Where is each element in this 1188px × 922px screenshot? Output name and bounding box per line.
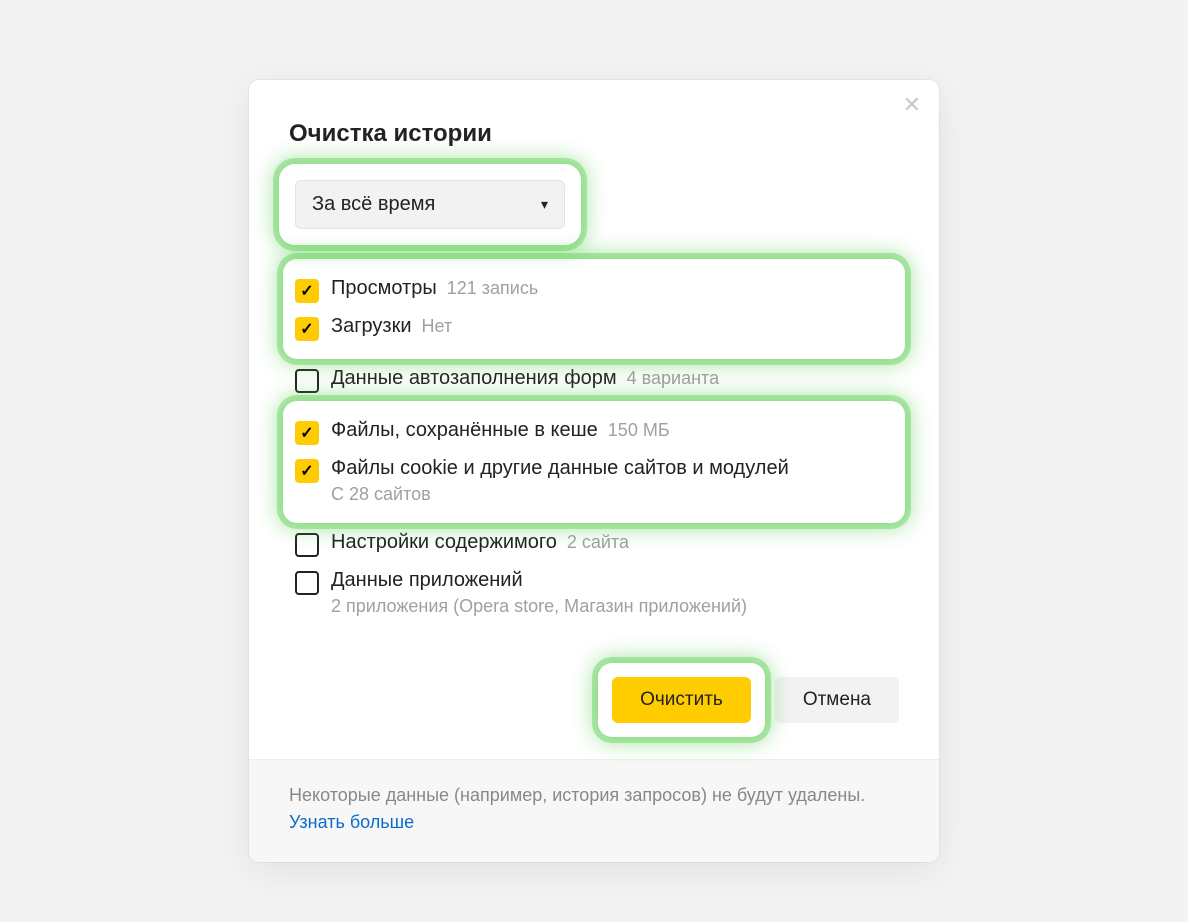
time-range-value: За всё время (312, 193, 435, 216)
option-cache[interactable]: ✓ Файлы, сохранённые в кеше 150 МБ (295, 413, 893, 451)
option-sub: 4 варианта (627, 368, 719, 389)
option-label: Настройки содержимого (331, 531, 557, 554)
option-content[interactable]: Настройки содержимого 2 сайта (295, 525, 893, 563)
option-downloads[interactable]: ✓ Загрузки Нет (295, 309, 893, 347)
close-icon[interactable]: ✕ (899, 90, 925, 120)
options-list: ✓ Просмотры 121 запись ✓ Загрузки (289, 267, 899, 627)
option-history[interactable]: ✓ Просмотры 121 запись (295, 271, 893, 309)
clear-history-dialog: ✕ Очистка истории За всё время ▾ ✓ Прос (249, 80, 939, 862)
option-sub-under: С 28 сайтов (331, 484, 893, 505)
option-sub: 2 сайта (567, 532, 629, 553)
cancel-button[interactable]: Отмена (775, 677, 899, 723)
clear-button-highlight: Очистить (606, 671, 757, 729)
option-label: Просмотры (331, 277, 437, 300)
checkbox-downloads[interactable]: ✓ (295, 317, 319, 341)
option-label: Файлы, сохранённые в кеше (331, 419, 598, 442)
dialog-body: Очистка истории За всё время ▾ ✓ Просмот… (249, 80, 939, 759)
option-autofill[interactable]: Данные автозаполнения форм 4 варианта (295, 361, 893, 399)
chevron-down-icon: ▾ (541, 196, 548, 213)
option-sub: Нет (422, 316, 453, 337)
option-label: Файлы cookie и другие данные сайтов и мо… (331, 457, 789, 480)
checkbox-cache[interactable]: ✓ (295, 421, 319, 445)
option-sub: 121 запись (447, 278, 538, 299)
time-range-highlight: За всё время ▾ (289, 174, 571, 235)
option-appdata[interactable]: Данные приложений 2 приложения (Opera st… (295, 563, 893, 623)
option-label: Данные приложений (331, 569, 523, 592)
checkbox-content[interactable] (295, 533, 319, 557)
checkbox-cookies[interactable]: ✓ (295, 459, 319, 483)
checkbox-appdata[interactable] (295, 571, 319, 595)
option-sub-under: 2 приложения (Opera store, Магазин прило… (331, 596, 893, 617)
learn-more-link[interactable]: Узнать больше (289, 812, 414, 832)
dialog-actions: Очистить Отмена (289, 671, 899, 729)
checkbox-history[interactable]: ✓ (295, 279, 319, 303)
footer-note: Некоторые данные (например, история запр… (289, 785, 865, 805)
options-highlight-group-1: ✓ Просмотры 121 запись ✓ Загрузки (289, 267, 899, 351)
option-sub: 150 МБ (608, 420, 670, 441)
time-range-select[interactable]: За всё время ▾ (295, 180, 565, 229)
options-highlight-group-2: ✓ Файлы, сохранённые в кеше 150 МБ ✓ (289, 409, 899, 515)
dialog-footer: Некоторые данные (например, история запр… (249, 759, 939, 862)
option-label: Данные автозаполнения форм (331, 367, 617, 390)
option-label: Загрузки (331, 315, 412, 338)
option-cookies[interactable]: ✓ Файлы cookie и другие данные сайтов и … (295, 451, 893, 511)
dialog-title: Очистка истории (289, 120, 899, 148)
clear-button[interactable]: Очистить (612, 677, 751, 723)
checkbox-autofill[interactable] (295, 369, 319, 393)
